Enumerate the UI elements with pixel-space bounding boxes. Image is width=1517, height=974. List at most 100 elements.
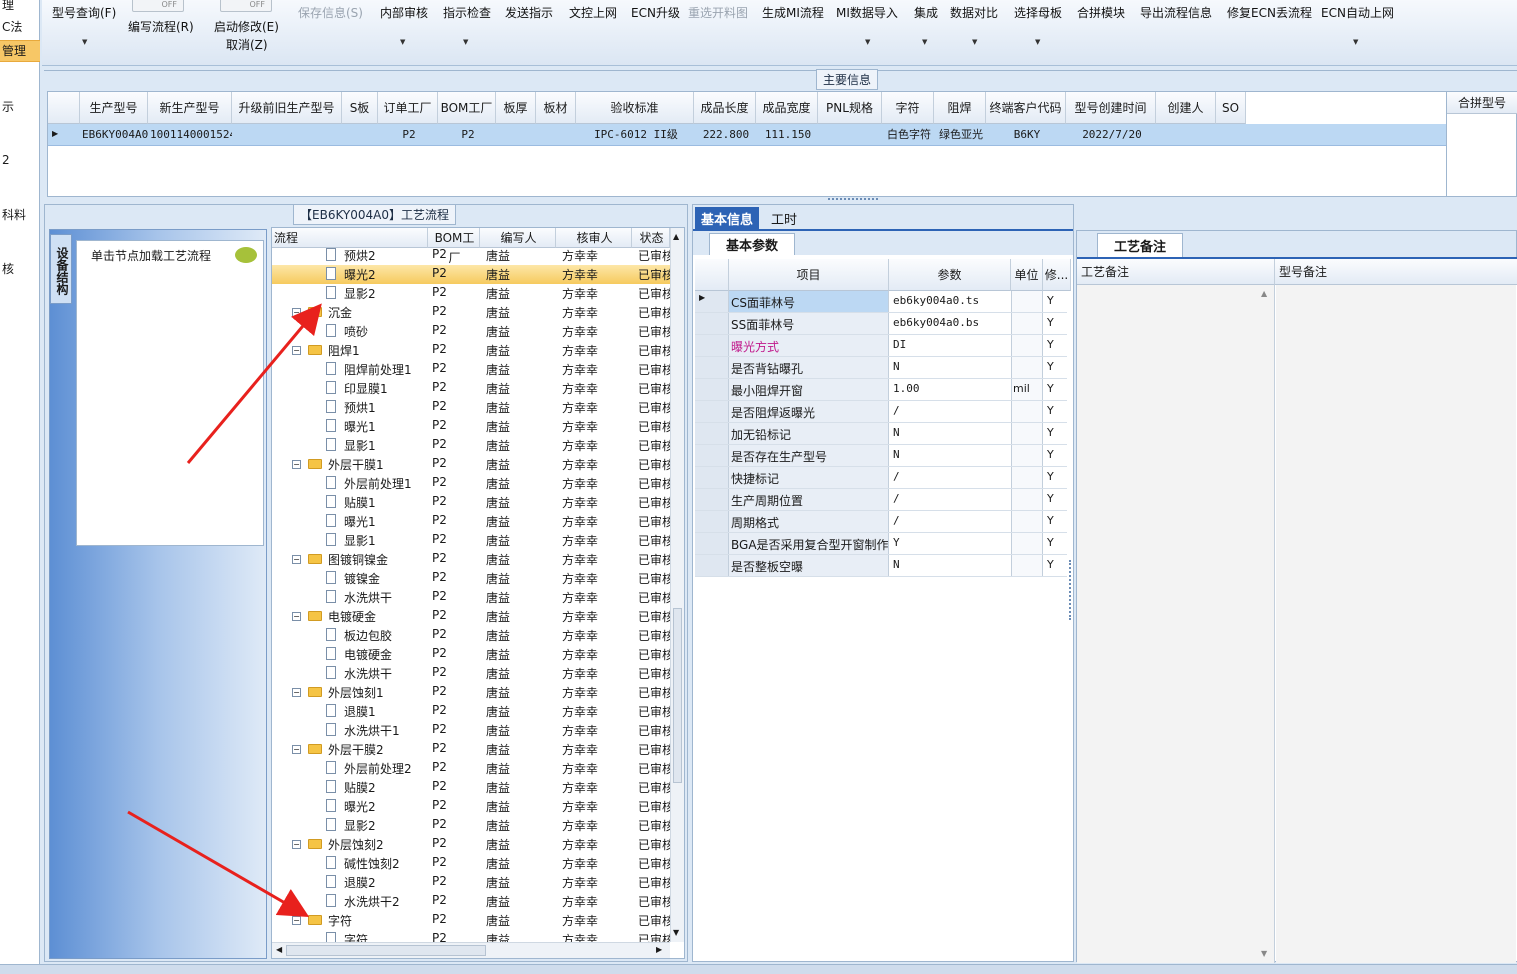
horizontal-scrollbar[interactable]: ◀ ▶	[272, 942, 670, 958]
nav-item[interactable]: 2	[0, 153, 40, 167]
column-header[interactable]: PNL规格	[818, 92, 882, 124]
dropdown-arrow-icon[interactable]: ▼	[865, 38, 870, 46]
scrollbar-thumb[interactable]	[286, 945, 486, 956]
model-remark-text[interactable]	[1276, 285, 1516, 963]
toolbar-write-flow[interactable]: 编写流程(R)	[128, 18, 194, 35]
column-header[interactable]: 编写人	[480, 228, 556, 248]
collapse-icon[interactable]: −	[292, 916, 301, 925]
scrollbar-thumb[interactable]	[673, 608, 682, 783]
column-header[interactable]: 成品宽度	[756, 92, 818, 124]
collapse-icon[interactable]: −	[292, 308, 301, 317]
row-indicator[interactable]	[695, 357, 729, 378]
row-indicator[interactable]: ▶	[695, 291, 729, 312]
nav-item-selected[interactable]: 管理	[0, 40, 40, 62]
tab-basic-info[interactable]: 基本信息	[695, 207, 760, 230]
column-header[interactable]: 核审人	[556, 228, 632, 248]
tree-row[interactable]: 碱性蚀刻2 P2 唐益 方幸幸 已审核	[272, 854, 670, 873]
column-header[interactable]: 验收标准	[576, 92, 694, 124]
subtab-basic-params[interactable]: 基本参数	[709, 233, 796, 255]
row-indicator[interactable]	[695, 335, 729, 356]
toolbar-fix-ecn[interactable]: 修复ECN丢流程	[1227, 4, 1312, 21]
tab-device-structure[interactable]: 设备结构	[50, 234, 72, 304]
row-indicator[interactable]	[695, 401, 729, 422]
toolbar-merge-module[interactable]: 合拼模块	[1077, 4, 1125, 21]
param-row[interactable]: SS面菲林号 eb6ky004a0.bs Y	[695, 313, 1067, 335]
table-cell[interactable]	[344, 125, 378, 145]
tree-row[interactable]: 退膜2 P2 唐益 方幸幸 已审核	[272, 873, 670, 892]
param-value[interactable]: DI	[893, 338, 1009, 351]
toolbar-doc-online[interactable]: 文控上网	[569, 4, 617, 21]
tree-row[interactable]: 水洗烘干 P2 唐益 方幸幸 已审核	[272, 664, 670, 683]
column-header[interactable]: 板厚	[496, 92, 536, 124]
param-row[interactable]: 生产周期位置 / Y	[695, 489, 1067, 511]
row-indicator[interactable]	[695, 555, 729, 576]
toolbar-check[interactable]: 指示检查	[443, 4, 491, 21]
tree-row[interactable]: 外层前处理1 P2 唐益 方幸幸 已审核	[272, 474, 670, 493]
tree-row[interactable]: 贴膜1 P2 唐益 方幸幸 已审核	[272, 493, 670, 512]
toolbar-send[interactable]: 发送指示	[505, 4, 553, 21]
collapse-icon[interactable]: −	[292, 612, 301, 621]
table-cell[interactable]	[1158, 125, 1216, 145]
toolbar-reselect-cut[interactable]: 重选开料图	[688, 4, 748, 21]
table-cell[interactable]	[1218, 125, 1246, 145]
table-cell[interactable]	[498, 125, 536, 145]
collapse-icon[interactable]: −	[292, 460, 301, 469]
tree-row[interactable]: 显影2 P2 唐益 方幸幸 已审核	[272, 284, 670, 303]
tree-row[interactable]: 外层前处理2 P2 唐益 方幸幸 已审核	[272, 759, 670, 778]
tree-row[interactable]: − 图镀铜镍金 P2 唐益 方幸幸 已审核	[272, 550, 670, 569]
table-cell[interactable]: 2022/7/20	[1068, 125, 1156, 145]
column-header[interactable]: BOM工厂	[438, 92, 496, 124]
row-indicator[interactable]	[695, 313, 729, 334]
table-cell[interactable]: 绿色亚光	[936, 125, 986, 145]
dropdown-arrow-icon[interactable]: ▼	[400, 38, 405, 46]
param-value[interactable]: /	[893, 514, 1009, 527]
row-indicator[interactable]	[695, 379, 729, 400]
table-cell[interactable]: B6KY	[988, 125, 1066, 145]
param-row[interactable]: 是否整板空曝 N Y	[695, 555, 1067, 577]
table-cell[interactable]: IPC-6012 II级	[578, 125, 694, 145]
table-cell[interactable]	[538, 125, 576, 145]
column-header[interactable]: 阻焊	[934, 92, 986, 124]
grid-corner[interactable]	[48, 92, 80, 124]
tree-row[interactable]: 曝光1 P2 唐益 方幸幸 已审核	[272, 417, 670, 436]
param-row[interactable]: BGA是否采用复合型开窗制作 Y Y	[695, 533, 1067, 555]
param-row[interactable]: 加无铅标记 N Y	[695, 423, 1067, 445]
column-header[interactable]: 单位	[1011, 259, 1043, 291]
row-indicator[interactable]	[695, 423, 729, 444]
table-row[interactable]: ▶ EB6KY004A010011400015247 P2P2 IPC-6012 I…	[48, 124, 1446, 146]
dropdown-arrow-icon[interactable]: ▼	[972, 38, 977, 46]
tree-row[interactable]: − 字符 P2 唐益 方幸幸 已审核	[272, 911, 670, 930]
tree-row[interactable]: 字符 P2 唐益 方幸幸 已审核	[272, 930, 670, 942]
table-cell[interactable]: P2	[440, 125, 496, 145]
grid-corner[interactable]	[695, 259, 729, 291]
process-remark-text[interactable]	[1077, 285, 1275, 963]
row-indicator[interactable]	[695, 467, 729, 488]
column-header[interactable]: 状态	[632, 228, 670, 248]
table-cell[interactable]: 10011400015247	[150, 125, 232, 145]
table-cell[interactable]	[820, 125, 882, 145]
tree-row[interactable]: 水洗烘干 P2 唐益 方幸幸 已审核	[272, 588, 670, 607]
column-header[interactable]: 字符	[882, 92, 934, 124]
column-header[interactable]: 板材	[536, 92, 576, 124]
tree-row[interactable]: 曝光2 P2 唐益 方幸幸 已审核	[272, 265, 670, 284]
param-row[interactable]: 曝光方式 DI Y	[695, 335, 1067, 357]
column-header[interactable]: 生产型号	[80, 92, 148, 124]
splitter-grip[interactable]	[1069, 560, 1073, 620]
vertical-scrollbar[interactable]: ▲ ▼	[670, 228, 684, 942]
dropdown-arrow-icon[interactable]: ▼	[82, 38, 87, 46]
toolbar-integrate[interactable]: 集成	[914, 4, 938, 21]
toolbar-data-compare[interactable]: 数据对比	[950, 4, 998, 21]
row-indicator[interactable]	[695, 445, 729, 466]
param-row[interactable]: ▶ CS面菲林号 eb6ky004a0.ts Y	[695, 291, 1067, 313]
tree-row[interactable]: 水洗烘干1 P2 唐益 方幸幸 已审核	[272, 721, 670, 740]
param-value[interactable]: N	[893, 448, 1009, 461]
scroll-up-icon[interactable]: ▲	[673, 232, 679, 241]
tree-row[interactable]: 板边包胶 P2 唐益 方幸幸 已审核	[272, 626, 670, 645]
param-value[interactable]: N	[893, 360, 1009, 373]
scroll-right-icon[interactable]: ▶	[656, 945, 662, 954]
param-row[interactable]: 最小阻焊开窗 1.00 mil Y	[695, 379, 1067, 401]
collapse-icon[interactable]: −	[292, 745, 301, 754]
toolbar-save-info[interactable]: 保存信息(S)	[298, 4, 363, 21]
toggle-switch[interactable]: OFF	[132, 0, 184, 12]
column-header[interactable]: 新生产型号	[148, 92, 232, 124]
